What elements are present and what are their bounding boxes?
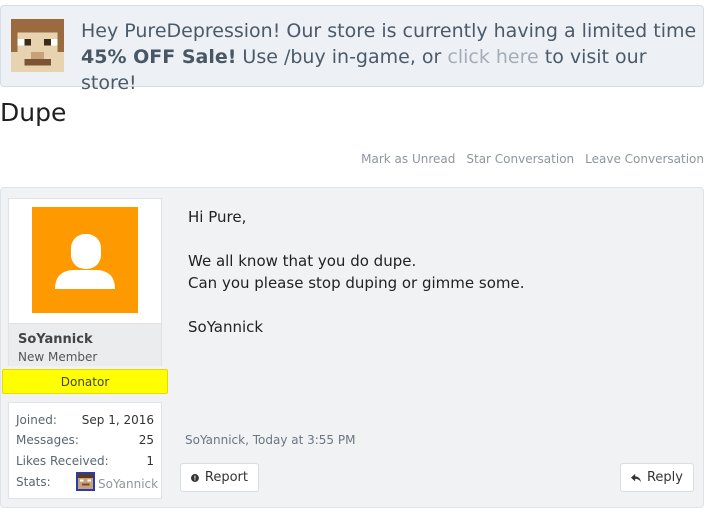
minecraft-head-icon (11, 19, 64, 72)
donator-ribbon: Donator (2, 369, 168, 394)
conversation-actions: Mark as Unread Star Conversation Leave C… (361, 152, 704, 166)
stat-value-messages[interactable]: 25 (139, 433, 154, 447)
user-stats: Joined: Sep 1, 2016 Messages: 25 Likes R… (8, 402, 162, 499)
stat-row-stats: Stats: SoYannick (16, 472, 158, 491)
avatar[interactable] (32, 207, 138, 313)
user-block: SoYannick New Member (8, 198, 162, 366)
report-button[interactable]: Report (180, 463, 259, 492)
stat-label: Joined: (16, 413, 57, 427)
mark-unread-link[interactable]: Mark as Unread (361, 152, 455, 166)
star-conversation-link[interactable]: Star Conversation (466, 152, 574, 166)
user-info: SoYannick New Member (9, 323, 161, 366)
message-line-1: We all know that you do dupe. (188, 252, 417, 270)
notice-text: Hey PureDepression! Our store is current… (81, 18, 701, 96)
stat-value-likes: 1 (146, 454, 154, 468)
sale-text: 45% OFF Sale! (81, 46, 237, 68)
reply-label: Reply (646, 470, 683, 485)
stat-label: Messages: (16, 433, 79, 447)
message-line-2: Can you please stop duping or gimme some… (188, 274, 525, 292)
stat-label: Likes Received: (16, 454, 109, 468)
reply-button[interactable]: Reply (620, 463, 694, 492)
username[interactable]: SoYannick (18, 332, 93, 347)
default-user-icon (55, 234, 115, 289)
stat-value-joined: Sep 1, 2016 (81, 413, 154, 427)
stat-row-joined: Joined: Sep 1, 2016 (16, 413, 154, 429)
player-head-icon[interactable] (76, 472, 95, 491)
alert-icon (191, 473, 199, 482)
user-title: New Member (18, 350, 98, 364)
reply-arrow-icon (631, 473, 641, 482)
message-greeting: Hi Pure, (188, 208, 247, 226)
notice-middle: Use /buy in-game, or (236, 46, 448, 68)
store-notice-banner: Hey PureDepression! Our store is current… (0, 5, 704, 94)
notice-line-1: Hey PureDepression! Our store is current… (81, 20, 697, 42)
message-signoff: SoYannick (188, 318, 264, 336)
page-title: Dupe (0, 98, 67, 127)
message-meta[interactable]: SoYannick, Today at 3:55 PM (185, 433, 355, 447)
store-link[interactable]: click here (447, 46, 538, 68)
stat-row-messages: Messages: 25 (16, 433, 154, 449)
leave-conversation-link[interactable]: Leave Conversation (585, 152, 704, 166)
stats-link[interactable]: SoYannick (98, 477, 158, 491)
stat-label: Stats: (16, 475, 51, 489)
report-label: Report (204, 470, 248, 485)
stat-row-likes: Likes Received: 1 (16, 454, 154, 470)
message-body: Hi Pure, We all know that you do dupe. C… (188, 206, 688, 338)
